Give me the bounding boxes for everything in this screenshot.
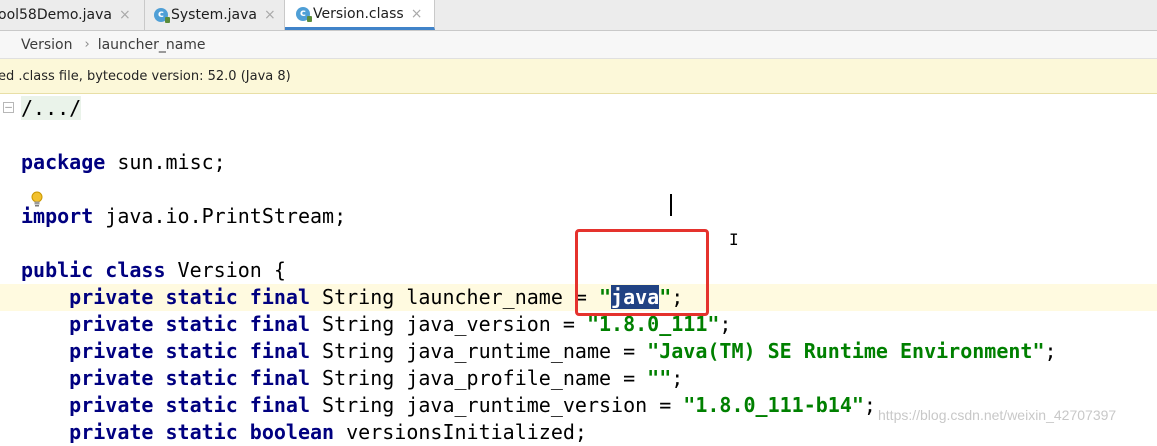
semicolon: ; (719, 312, 732, 336)
field-name: java_runtime_name = (406, 339, 648, 363)
semicolon: ; (863, 393, 876, 417)
import-name: java.io.PrintStream; (93, 204, 347, 228)
highlight-annotation-box (575, 229, 709, 316)
modifiers: private static boolean (69, 420, 335, 444)
breadcrumb-item-version[interactable]: Version (21, 37, 72, 53)
ibeam-cursor-icon: I (729, 230, 739, 249)
code-line-field: private static final String java_runtime… (21, 392, 876, 419)
code-line-field: private static final String java_profile… (21, 365, 683, 392)
package-name: sun.misc; (105, 150, 226, 174)
text-caret (670, 194, 672, 216)
keyword: public (21, 258, 94, 282)
modifiers: private static final (69, 393, 310, 417)
code-line-import: import java.io.PrintStream; (21, 203, 346, 230)
field-type: String (310, 366, 407, 390)
editor-tab-bar: ool58Demo.java × c System.java × c Versi… (0, 0, 1157, 31)
code-line-class-decl: public class Version { (21, 257, 286, 284)
modifiers: private static final (69, 285, 310, 309)
field-name: java_runtime_version = (406, 393, 684, 417)
tab-label: System.java (171, 7, 257, 23)
tab-label: Version.class (313, 5, 404, 22)
modifiers: private static final (69, 312, 310, 336)
tab-system-java[interactable]: c System.java × (145, 0, 285, 30)
field-name: launcher_name = (406, 285, 599, 309)
decompiled-notice-banner: ed .class file, bytecode version: 52.0 (… (0, 59, 1157, 94)
code-line-fold: /.../ (21, 95, 82, 122)
field-decl: versionsInitialized; (334, 420, 587, 444)
close-icon[interactable]: × (411, 6, 423, 22)
field-name: java_profile_name = (406, 366, 648, 390)
folded-region[interactable]: /.../ (21, 96, 82, 120)
keyword: class (105, 258, 166, 282)
field-type: String (310, 339, 407, 363)
close-icon[interactable]: × (119, 7, 131, 23)
close-icon[interactable]: × (264, 7, 276, 23)
chevron-right-icon: › (84, 37, 90, 52)
string-literal: "" (647, 366, 672, 390)
modifiers: private static final (69, 366, 310, 390)
breadcrumb-item-launcher-name[interactable]: launcher_name (98, 37, 206, 53)
field-type: String (310, 285, 407, 309)
class-c-icon: c (296, 6, 312, 22)
modifiers: private static final (69, 339, 310, 363)
tab-label: ool58Demo.java (0, 7, 112, 23)
class-c-icon: c (154, 8, 170, 23)
code-line-package: package sun.misc; (21, 149, 226, 176)
string-literal: "1.8.0_111-b14" (683, 393, 864, 417)
code-line-field: private static boolean versionsInitializ… (21, 419, 587, 446)
keyword: package (21, 150, 106, 174)
semicolon: ; (1044, 339, 1057, 363)
tab-version-class[interactable]: c Version.class × (285, 0, 435, 30)
tab-demo-java[interactable]: ool58Demo.java × (0, 0, 145, 30)
keyword: import (21, 204, 94, 228)
class-name: Version { (165, 258, 286, 282)
field-type: String (310, 393, 407, 417)
fold-toggle-icon[interactable]: – (3, 101, 14, 113)
field-name: java_version = (406, 312, 587, 336)
semicolon: ; (671, 366, 684, 390)
code-line-field: private static final String java_runtime… (21, 338, 1057, 365)
breadcrumb: Version › launcher_name (0, 31, 1157, 59)
lightbulb-icon[interactable] (30, 191, 44, 207)
notice-text: ed .class file, bytecode version: 52.0 (… (0, 68, 291, 84)
string-literal: "Java(TM) SE Runtime Environment" (647, 339, 1045, 363)
field-type: String (310, 312, 407, 336)
watermark: https://blog.csdn.net/weixin_42707397 (878, 407, 1117, 423)
